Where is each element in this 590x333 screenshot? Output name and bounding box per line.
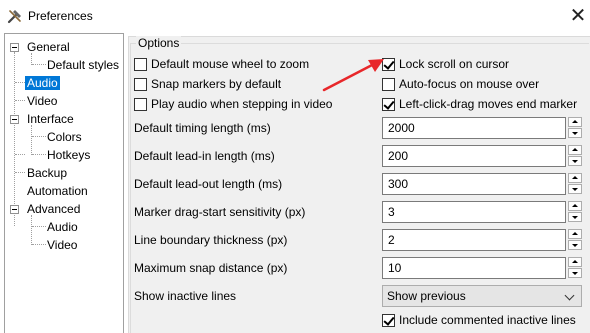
max-snap-spinner[interactable] (568, 257, 582, 279)
checkbox-box[interactable] (134, 78, 147, 91)
drag-sensitivity-spinner[interactable] (568, 201, 582, 223)
window-title: Preferences (28, 9, 93, 23)
tree-connector (32, 64, 46, 65)
title-bar: Preferences ✕ (0, 0, 590, 30)
snap-markers-checkbox[interactable]: Snap markers by default (134, 76, 281, 92)
tree-connector (15, 100, 25, 101)
inactive-lines-select[interactable]: Show previous (382, 285, 582, 307)
options-group-title: Options (136, 36, 182, 50)
tree-connector (31, 125, 32, 155)
tree-item-interface[interactable]: Interface (25, 110, 76, 128)
collapse-icon[interactable] (10, 205, 19, 214)
drag-sensitivity-label: Marker drag-start sensitivity (px) (134, 205, 306, 219)
chevron-down-icon (564, 290, 575, 301)
include-commented-checkbox[interactable]: Include commented inactive lines (382, 312, 576, 328)
collapse-icon[interactable] (10, 43, 19, 52)
tree-connector (15, 172, 25, 173)
spin-up-icon[interactable] (568, 173, 582, 183)
tree-connector (15, 82, 25, 83)
spin-up-icon[interactable] (568, 257, 582, 267)
spin-down-icon[interactable] (568, 240, 582, 250)
timing-length-spinner[interactable] (568, 117, 582, 139)
lead-out-input[interactable]: 300 (382, 173, 566, 195)
tree-item-video[interactable]: Video (25, 92, 59, 110)
checkbox-box[interactable] (134, 58, 147, 71)
lead-out-label: Default lead-out length (ms) (134, 177, 283, 191)
tree-connector (31, 215, 32, 245)
tree-item-backup[interactable]: Backup (25, 164, 69, 182)
spin-down-icon[interactable] (568, 212, 582, 222)
lead-in-label: Default lead-in length (ms) (134, 149, 275, 163)
preferences-tree[interactable]: General Default styles Audio Video Inter… (4, 33, 124, 333)
spin-down-icon[interactable] (568, 128, 582, 138)
lock-scroll-checkbox[interactable]: Lock scroll on cursor (382, 56, 509, 72)
tree-connector (32, 136, 46, 137)
tree-connector (15, 154, 25, 155)
spin-down-icon[interactable] (568, 268, 582, 278)
tree-item-hotkeys[interactable]: Hotkeys (45, 146, 92, 164)
spin-down-icon[interactable] (568, 156, 582, 166)
tree-item-default-styles[interactable]: Default styles (45, 56, 121, 74)
tree-connector (32, 154, 46, 155)
spin-up-icon[interactable] (568, 201, 582, 211)
tree-connector (32, 226, 46, 227)
drag-sensitivity-input[interactable]: 3 (382, 201, 566, 223)
tree-connector (32, 244, 46, 245)
tree-item-advanced-video[interactable]: Video (45, 236, 79, 254)
close-button[interactable]: ✕ (566, 3, 590, 27)
tree-item-automation[interactable]: Automation (25, 182, 90, 200)
spin-up-icon[interactable] (568, 117, 582, 127)
spin-up-icon[interactable] (568, 229, 582, 239)
checkbox-box[interactable] (382, 314, 395, 327)
tree-item-colors[interactable]: Colors (45, 128, 84, 146)
line-boundary-input[interactable]: 2 (382, 229, 566, 251)
checkbox-box[interactable] (134, 98, 147, 111)
close-icon: ✕ (569, 3, 587, 27)
checkbox-box[interactable] (382, 98, 395, 111)
left-click-drag-checkbox[interactable]: Left-click-drag moves end marker (382, 96, 577, 112)
line-boundary-spinner[interactable] (568, 229, 582, 251)
timing-length-input[interactable]: 2000 (382, 117, 566, 139)
tree-item-advanced[interactable]: Advanced (25, 200, 82, 218)
tree-item-advanced-audio[interactable]: Audio (45, 218, 80, 236)
lead-in-input[interactable]: 200 (382, 145, 566, 167)
tree-connector (14, 52, 15, 226)
collapse-icon[interactable] (10, 115, 19, 124)
lead-out-spinner[interactable] (568, 173, 582, 195)
spin-up-icon[interactable] (568, 145, 582, 155)
spin-down-icon[interactable] (568, 184, 582, 194)
wrench-hammer-icon (7, 10, 21, 24)
max-snap-label: Maximum snap distance (px) (134, 261, 288, 275)
tree-item-audio[interactable]: Audio (25, 74, 60, 92)
annotation-arrow-icon (322, 59, 384, 92)
lead-in-spinner[interactable] (568, 145, 582, 167)
inactive-lines-label: Show inactive lines (134, 289, 237, 303)
wheel-zoom-checkbox[interactable]: Default mouse wheel to zoom (134, 56, 309, 72)
timing-length-label: Default timing length (ms) (134, 121, 271, 135)
play-audio-checkbox[interactable]: Play audio when stepping in video (134, 96, 332, 112)
tree-item-general[interactable]: General (25, 38, 72, 56)
line-boundary-label: Line boundary thickness (px) (134, 233, 288, 247)
auto-focus-checkbox[interactable]: Auto-focus on mouse over (382, 76, 539, 92)
max-snap-input[interactable]: 10 (382, 257, 566, 279)
